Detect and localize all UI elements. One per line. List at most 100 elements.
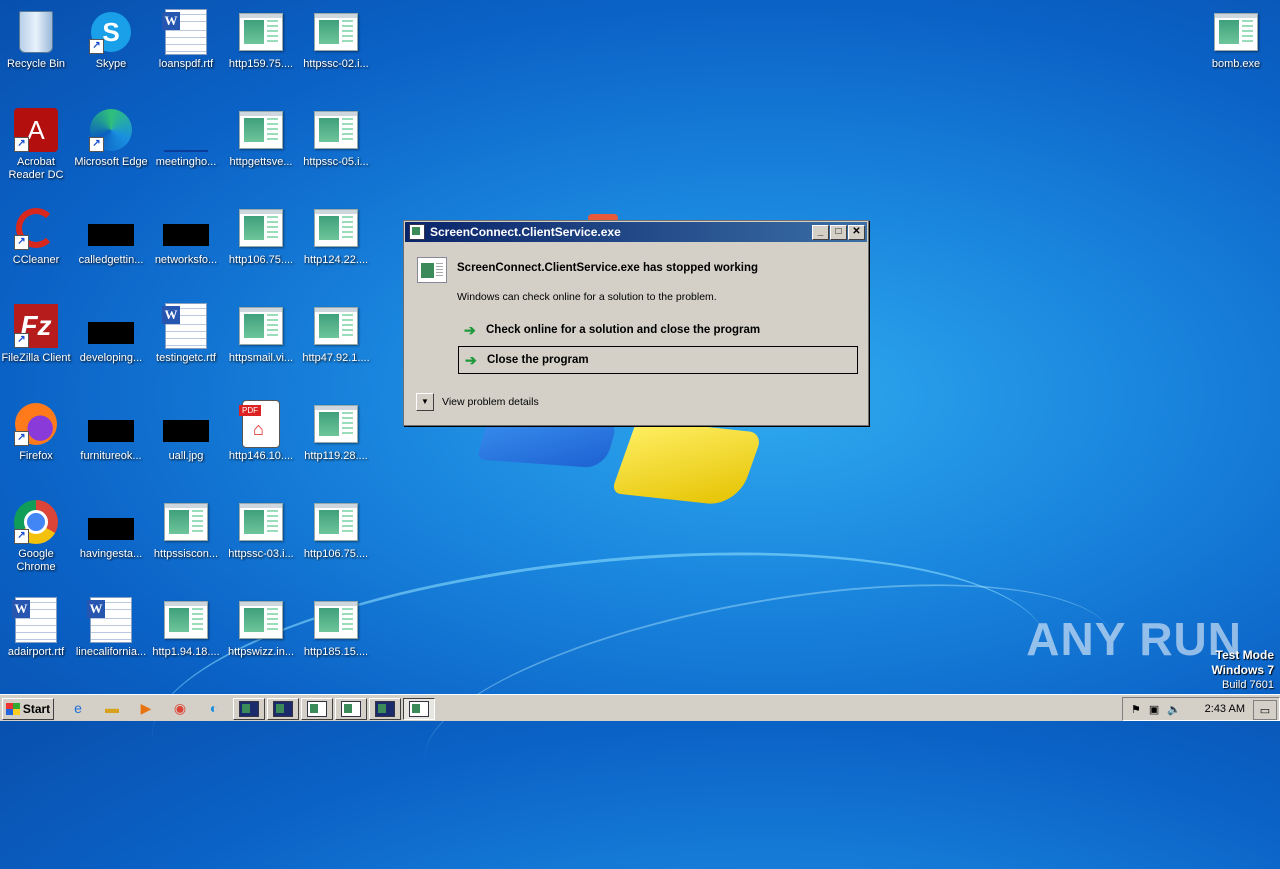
desktop-icon-edge[interactable]: ↗ Microsoft Edge (73, 106, 149, 169)
chevron-down-icon[interactable]: ▼ (416, 393, 434, 411)
acrobat-icon: A ↗ (12, 106, 60, 154)
desktop-icon-http146[interactable]: PDF ⌂ http146.10.... (223, 400, 299, 463)
desktop-icon-bomb-exe[interactable]: bomb.exe (1198, 8, 1274, 71)
desktop-icon-adairport[interactable]: W adairport.rtf (0, 596, 74, 659)
maximize-button[interactable]: □ (830, 224, 847, 240)
desktop-icon-skype[interactable]: S ↗ Skype (73, 8, 149, 71)
start-button[interactable]: Start (2, 698, 54, 720)
dialog-title: ScreenConnect.ClientService.exe (430, 225, 621, 239)
desktop-icon-http1-94[interactable]: http1.94.18.... (148, 596, 224, 659)
html-file-icon (312, 400, 360, 448)
ie-icon[interactable]: e (68, 699, 88, 717)
test-mode-label: Test Mode (1215, 648, 1274, 662)
desktop-icon-httpssc-03[interactable]: httpssc-03.i... (223, 498, 299, 561)
ccleaner-icon: ↗ (12, 204, 60, 252)
minimize-button[interactable]: _ (812, 224, 829, 240)
chrome-icon: ↗ (12, 498, 60, 546)
desktop-icon-filezilla[interactable]: Fz ↗ FileZilla Client (0, 302, 74, 365)
desktop-icon-loanspdf[interactable]: W loanspdf.rtf (148, 8, 224, 71)
desktop-icon-havingesta[interactable]: havingesta... (73, 498, 149, 561)
check-online-option[interactable]: ➔ Check online for a solution and close … (458, 317, 856, 343)
windows-logo-yellow (611, 419, 763, 507)
windows-flag-icon (5, 703, 20, 715)
black-file-icon (87, 204, 135, 252)
desktop-icon-chrome[interactable]: ↗ Google Chrome (0, 498, 74, 574)
app-icon (239, 701, 259, 717)
view-details-label: View problem details (442, 396, 539, 408)
taskbar-task[interactable] (233, 698, 265, 720)
taskbar-task[interactable] (369, 698, 401, 720)
edge-icon[interactable]: ◐ (204, 699, 224, 717)
desktop-icon-httpssc-02[interactable]: httpssc-02.i... (298, 8, 374, 71)
taskbar-task-active[interactable] (403, 698, 435, 720)
desktop-icon-httpgettsve[interactable]: httpgettsve... (223, 106, 299, 169)
desktop-icon-httpsmail[interactable]: httpsmail.vi... (223, 302, 299, 365)
html-file-icon (312, 498, 360, 546)
desktop-icon-furnitureok[interactable]: furnitureok... (73, 400, 149, 463)
close-program-option[interactable]: ➔ Close the program (458, 346, 858, 374)
taskbar-task[interactable] (301, 698, 333, 720)
close-button[interactable]: ✕ (848, 224, 865, 240)
black-file-icon (162, 204, 210, 252)
desktop-icon-firefox[interactable]: ↗ Firefox (0, 400, 74, 463)
dialog-headline: ScreenConnect.ClientService.exe has stop… (457, 262, 759, 274)
desktop-icon-http106-a[interactable]: http106.75.... (223, 204, 299, 267)
dialog-titlebar[interactable]: ScreenConnect.ClientService.exe _ □ ✕ (405, 222, 867, 242)
taskbar-task[interactable] (267, 698, 299, 720)
desktop-icon-calledgettin[interactable]: calledgettin... (73, 204, 149, 267)
html-file-icon (237, 8, 285, 56)
desktop-icon-http185[interactable]: http185.15.... (298, 596, 374, 659)
error-dialog: ScreenConnect.ClientService.exe _ □ ✕ Sc… (403, 220, 869, 426)
desktop-icon-http106-b[interactable]: http106.75.... (298, 498, 374, 561)
pdf-file-icon: PDF ⌂ (237, 400, 285, 448)
test-mode-notice: Test Mode Windows 7 Build 7601 (1211, 648, 1274, 693)
green-arrow-icon: ➔ (464, 322, 476, 338)
word-doc-icon: W (87, 596, 135, 644)
desktop-icon-httpssc-05[interactable]: httpssc-05.i... (298, 106, 374, 169)
volume-icon[interactable]: 🔈 (1167, 703, 1181, 716)
html-file-icon (162, 498, 210, 546)
desktop-icon-http124[interactable]: http124.22.... (298, 204, 374, 267)
folder-icon[interactable]: ▬ (102, 699, 122, 717)
chrome-icon[interactable]: ◉ (170, 699, 190, 717)
view-details-toggle[interactable]: ▼ View problem details (416, 393, 539, 411)
skype-icon: S ↗ (87, 8, 135, 56)
clock[interactable]: 2:43 AM (1205, 703, 1245, 715)
start-label: Start (22, 702, 51, 716)
desktop-icon-developing[interactable]: developing... (73, 302, 149, 365)
recycle-bin-icon (12, 8, 60, 56)
close-program-label: Close the program (487, 354, 589, 366)
word-doc-icon: W (162, 8, 210, 56)
action-center-flag-icon[interactable]: ⚑ (1131, 703, 1141, 716)
html-file-icon (1212, 8, 1260, 56)
desktop-icon-recycle-bin[interactable]: Recycle Bin (0, 8, 74, 71)
desktop-icon-ccleaner[interactable]: ↗ CCleaner (0, 204, 74, 267)
media-player-icon[interactable]: ▶ (136, 699, 156, 717)
app-icon (273, 701, 293, 717)
show-desktop-icon[interactable]: ▭ (1253, 700, 1277, 720)
black-file-icon (87, 498, 135, 546)
app-icon (409, 224, 425, 240)
desktop-icon-httpssiscon[interactable]: httpssiscon... (148, 498, 224, 561)
html-file-icon (237, 596, 285, 644)
desktop-icon-httpswizz[interactable]: httpswizz.in... (223, 596, 299, 659)
blank-file-icon (162, 106, 210, 154)
html-file-icon (237, 302, 285, 350)
edge-icon: ↗ (87, 106, 135, 154)
desktop-icon-http47[interactable]: http47.92.1.... (298, 302, 374, 365)
desktop-icon-http119[interactable]: http119.28.... (298, 400, 374, 463)
filezilla-icon: Fz ↗ (12, 302, 60, 350)
html-file-icon (312, 8, 360, 56)
html-file-icon (237, 106, 285, 154)
green-arrow-icon: ➔ (465, 352, 477, 368)
desktop-icon-meetingho[interactable]: meetingho... (148, 106, 224, 169)
taskbar: Start e ▬ ▶ ◉ ◐ ⚑ ▣ 🔈 2:43 AM ▭ (0, 694, 1280, 721)
taskbar-task[interactable] (335, 698, 367, 720)
desktop-icon-uall-jpg[interactable]: uall.jpg (148, 400, 224, 463)
desktop-icon-http159[interactable]: http159.75.... (223, 8, 299, 71)
desktop-icon-linecalifornia[interactable]: W linecalifornia... (73, 596, 149, 659)
desktop-icon-testingetc[interactable]: W testingetc.rtf (148, 302, 224, 365)
desktop-icon-networksfo[interactable]: networksfo... (148, 204, 224, 267)
network-icon[interactable]: ▣ (1149, 703, 1159, 716)
desktop-icon-acrobat[interactable]: A ↗ Acrobat Reader DC (0, 106, 74, 182)
